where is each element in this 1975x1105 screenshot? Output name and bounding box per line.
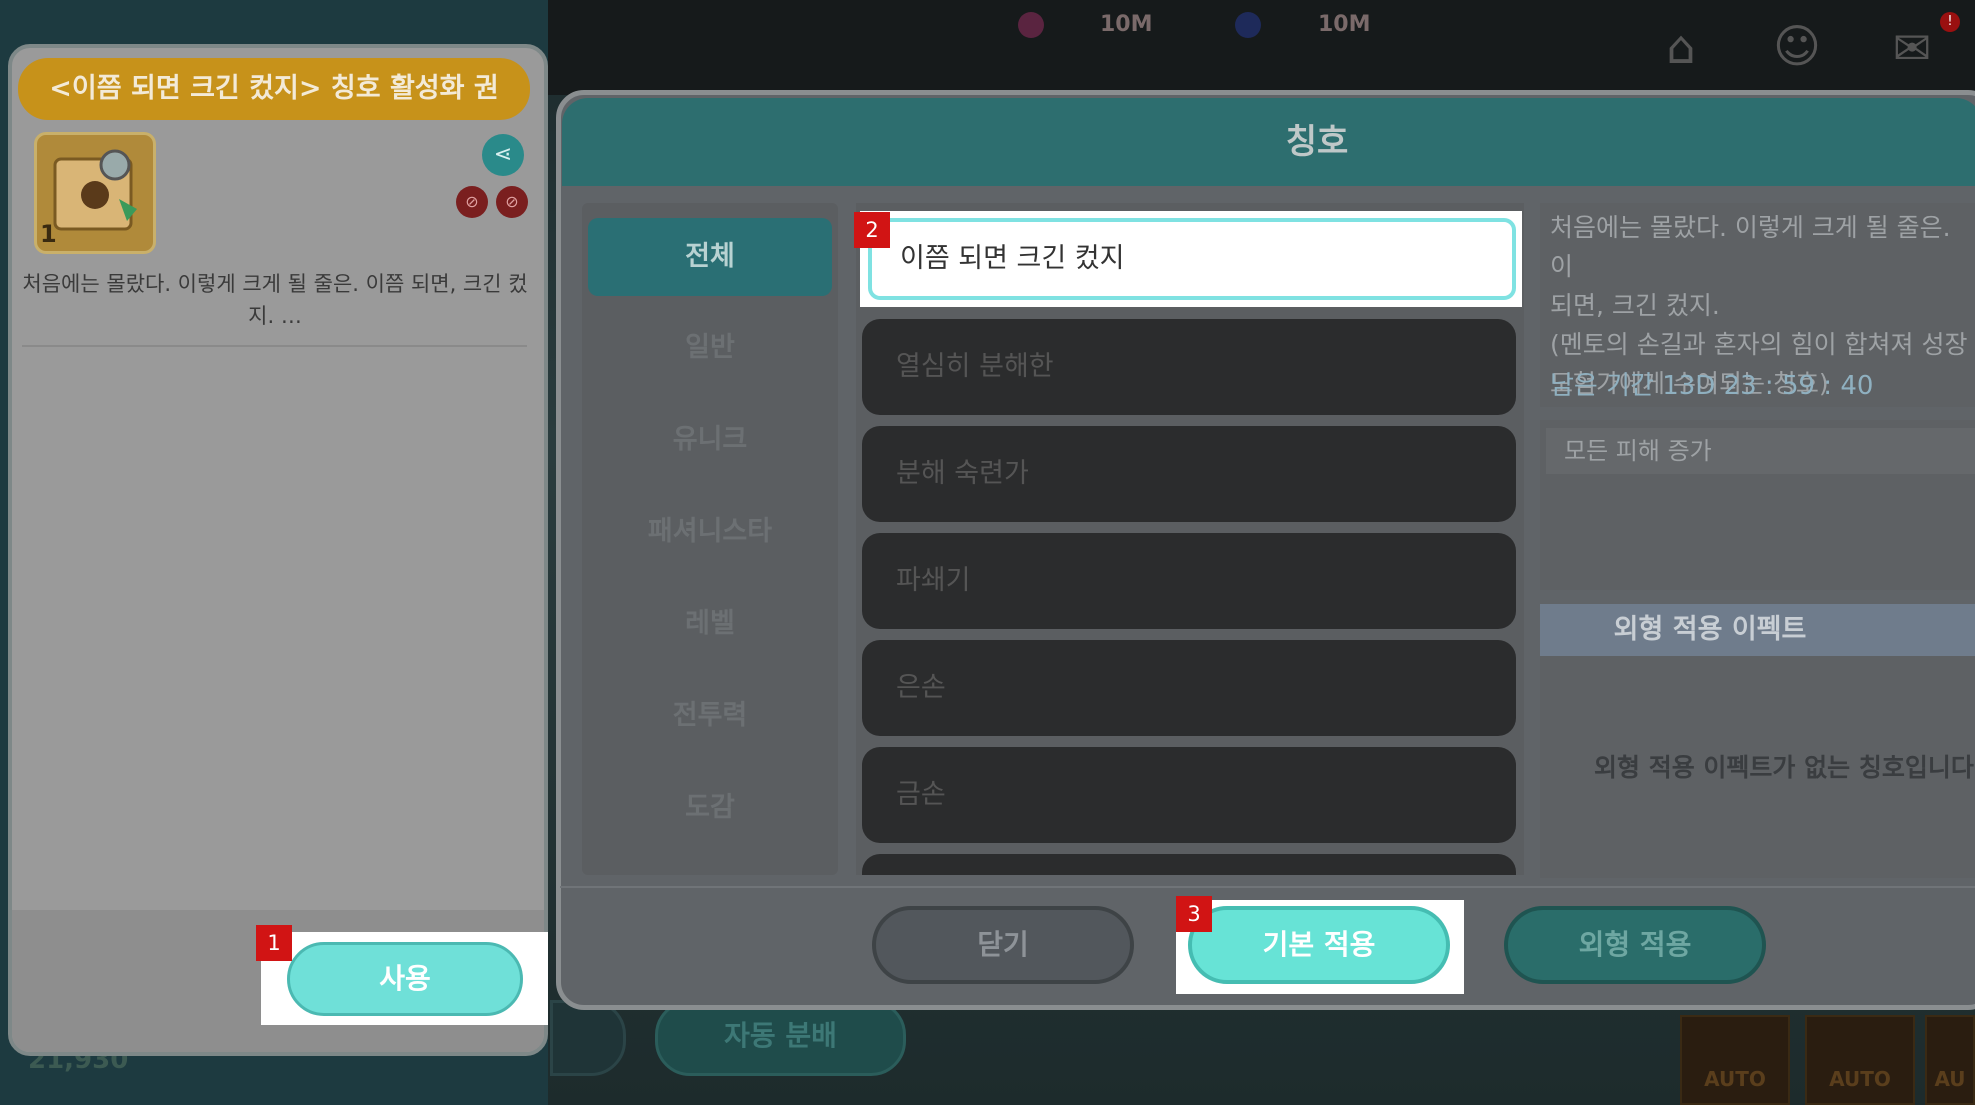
item-count: 1 <box>40 220 57 248</box>
auto-slot: AUTO <box>1680 1015 1790 1105</box>
share-icon[interactable]: ⋖ <box>482 134 524 176</box>
mail-icon[interactable]: ✉ <box>1880 24 1944 72</box>
stat-row: 모든 피해 증가 <box>1546 428 1975 474</box>
mail-badge: ! <box>1940 12 1960 32</box>
no-trade-icon: ⊘ <box>456 186 488 218</box>
auto-slot: AU <box>1925 1015 1975 1105</box>
remaining-time: 남은 기간 13D 23 : 59 : 40 <box>1550 371 1874 401</box>
appearance-apply-button[interactable]: 외형 적용 <box>1504 906 1766 984</box>
auto-slot: AUTO <box>1805 1015 1915 1105</box>
no-effect-message: 외형 적용 이펙트가 없는 칭호입니다 <box>1594 753 1974 782</box>
auto-dismantle-button: 자동 분배 <box>655 1000 906 1076</box>
no-sell-icon: ⊘ <box>496 186 528 218</box>
currency-amount-1: 10M <box>1100 12 1153 37</box>
appearance-effect-header: 외형 적용 이펙트 <box>1540 604 1975 656</box>
step-marker-1: 1 <box>256 925 292 961</box>
category-tab-combat-power[interactable]: 전투력 <box>588 686 832 746</box>
item-description: 처음에는 몰랐다. 이렇게 크게 될 줄은. 이쯤 되면, 크긴 컸지. … <box>22 272 528 328</box>
close-button[interactable]: 닫기 <box>872 906 1134 984</box>
shop-icon[interactable]: ⌂ <box>1652 20 1710 74</box>
use-button[interactable]: 사용 <box>287 942 523 1016</box>
category-tab-level[interactable]: 레벨 <box>588 594 832 654</box>
category-tab-all[interactable]: 전체 <box>588 218 832 296</box>
footer-divider <box>560 886 1975 888</box>
category-tab-unique[interactable]: 유니크 <box>588 410 832 470</box>
rabbit-icon[interactable]: ☺ <box>1768 14 1826 78</box>
title-list-item[interactable]: 열심히 분해한 <box>862 319 1516 415</box>
dialog-title: 칭호 <box>1285 122 1349 162</box>
currency-amount-2: 10M <box>1318 12 1371 37</box>
item-title: <이쯤 되면 크긴 컸지> 칭호 활성화 권 <box>18 58 530 120</box>
category-tab-collection[interactable]: 도감 <box>588 778 832 838</box>
sapphire-icon <box>1235 12 1261 38</box>
ruby-icon <box>1018 12 1044 38</box>
title-list-item[interactable]: 파쇄기 <box>862 533 1516 629</box>
background-button <box>550 1000 626 1076</box>
title-list-item[interactable] <box>862 854 1516 875</box>
category-tab-normal[interactable]: 일반 <box>588 318 832 378</box>
divider <box>22 345 527 347</box>
step-marker-3: 3 <box>1176 896 1212 932</box>
basic-apply-button[interactable]: 기본 적용 <box>1188 906 1450 984</box>
top-hud-bar <box>548 0 1975 95</box>
title-list-item[interactable]: 은손 <box>862 640 1516 736</box>
title-list-item[interactable]: 분해 숙련가 <box>862 426 1516 522</box>
title-list-item[interactable]: 금손 <box>862 747 1516 843</box>
selected-title-item[interactable]: 이쯤 되면 크긴 컸지 <box>868 218 1516 300</box>
step-marker-2: 2 <box>854 212 890 248</box>
category-tab-fashionista[interactable]: 패셔니스타 <box>588 502 832 562</box>
